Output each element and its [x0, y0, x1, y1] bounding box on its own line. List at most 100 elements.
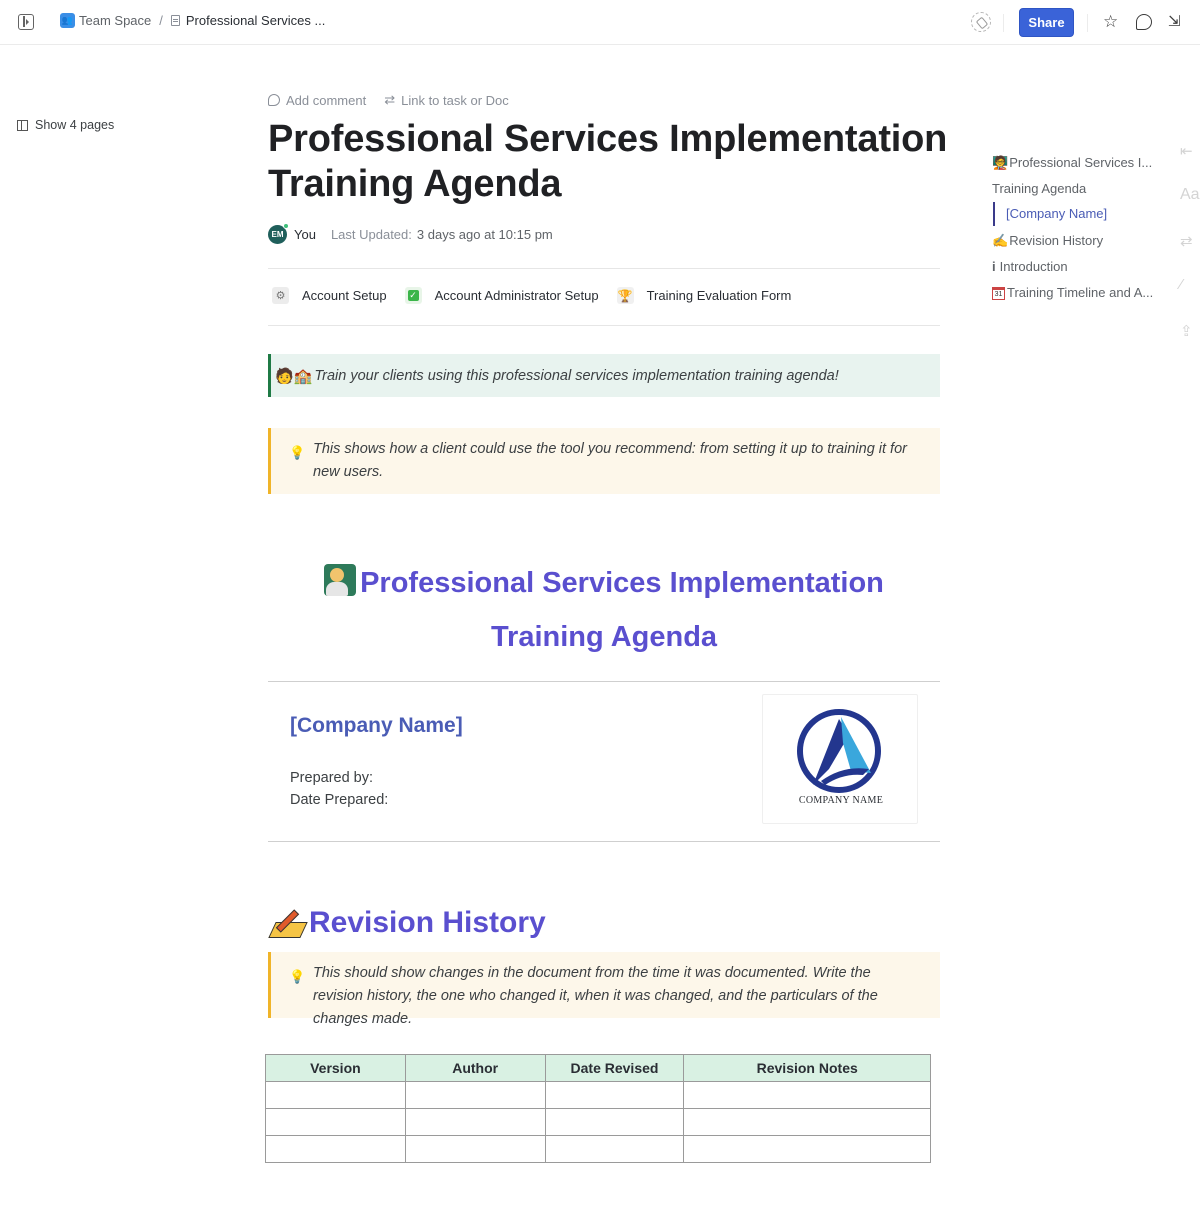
top-bar: 👥 Team Space / Professional Services ...…	[0, 0, 1200, 45]
team-space-icon: 👥	[60, 13, 75, 28]
breadcrumb-separator: /	[159, 13, 163, 28]
tip-text: This should show changes in the document…	[313, 965, 878, 1027]
column-header: Version	[265, 1054, 406, 1082]
toc-item[interactable]: 31 Training Timeline and A...	[992, 280, 1153, 306]
check-icon: ✓	[404, 287, 422, 304]
linked-page-training-evaluation[interactable]: 🏆 Training Evaluation Form	[616, 287, 792, 304]
revision-tip-callout: 💡 This should show changes in the docume…	[268, 952, 940, 1027]
share-button[interactable]: Share	[1019, 8, 1074, 37]
column-header: Author	[404, 1054, 546, 1082]
avatar[interactable]: EM	[268, 223, 289, 244]
pages-icon	[17, 119, 28, 131]
table-of-contents: 🧑‍🏫 Professional Services I... Training …	[992, 150, 1153, 306]
tip-text: This shows how a client could use the to…	[313, 441, 907, 480]
gear-icon: ⚙	[272, 287, 289, 304]
trophy-icon: 🏆	[616, 287, 634, 304]
toc-item-label: [Company Name]	[1006, 206, 1108, 221]
breadcrumb-space[interactable]: Team Space	[79, 13, 151, 28]
toc-item-active[interactable]: [Company Name]	[993, 202, 1153, 226]
divider	[1003, 14, 1004, 32]
doc-actions: Add comment ⇄ Link to task or Doc	[268, 92, 509, 108]
text-format-icon[interactable]: Aa	[1180, 186, 1200, 204]
link-icon: ⇄	[384, 92, 396, 107]
table-cell[interactable]	[265, 1081, 406, 1109]
table-cell[interactable]	[265, 1108, 406, 1136]
revision-heading-text: Revision History	[309, 906, 546, 939]
table-cell[interactable]	[265, 1135, 406, 1163]
toc-item[interactable]: ✍ Revision History	[992, 228, 1153, 254]
divider	[268, 268, 940, 269]
calendar-icon: 31	[992, 286, 1005, 300]
add-comment-button[interactable]: Add comment	[286, 93, 366, 108]
linked-page-label: Account Setup	[302, 288, 387, 303]
info-icon: i	[992, 259, 996, 274]
toc-item-label: Training Agenda	[992, 181, 1087, 196]
company-logo[interactable]: COMPANY NAME	[762, 694, 918, 824]
revision-table: Version Author Date Revised Revision Not…	[265, 1054, 931, 1163]
sidebar-toggle-icon[interactable]	[18, 14, 34, 30]
column-header: Revision Notes	[683, 1054, 931, 1082]
table-header-row: Version Author Date Revised Revision Not…	[265, 1054, 931, 1082]
linked-page-account-admin-setup[interactable]: ✓ Account Administrator Setup	[404, 287, 599, 304]
page-title[interactable]: Professional Services Implementation Tra…	[268, 117, 948, 207]
table-cell[interactable]	[404, 1135, 546, 1163]
table-cell[interactable]	[404, 1081, 546, 1109]
table-cell[interactable]	[544, 1135, 685, 1163]
teacher-emoji-icon: 🧑🏫	[275, 367, 313, 385]
writing-hand-icon	[270, 908, 306, 938]
teacher-icon	[324, 564, 357, 596]
magic-wand-icon[interactable]: ⁄	[1180, 276, 1183, 293]
divider	[268, 325, 940, 326]
company-name: [Company Name]	[290, 714, 463, 737]
breadcrumb: 👥 Team Space / Professional Services ...	[60, 13, 325, 28]
tip-callout: 💡 This shows how a client could use the …	[268, 428, 940, 494]
star-icon[interactable]: ☆	[1103, 12, 1118, 32]
toc-item[interactable]: i Introduction	[992, 254, 1153, 280]
upload-icon[interactable]: ⇪	[1180, 322, 1193, 340]
table-cell[interactable]	[544, 1108, 685, 1136]
logo-text: COMPANY NAME	[798, 795, 884, 806]
linked-pages: ⚙ Account Setup ✓ Account Administrator …	[272, 287, 809, 304]
relationships-icon[interactable]: ⇄	[1180, 232, 1193, 250]
breadcrumb-doc[interactable]: Professional Services ...	[186, 13, 325, 28]
table-cell[interactable]	[544, 1081, 685, 1109]
collapse-toc-icon[interactable]: ⇤	[1180, 142, 1193, 160]
toc-item-label: Professional Services I...	[1009, 155, 1153, 170]
column-header: Date Revised	[544, 1054, 685, 1082]
comment-icon	[268, 94, 280, 106]
table-cell[interactable]	[683, 1135, 931, 1163]
table-cell[interactable]	[404, 1108, 546, 1136]
link-task-button[interactable]: Link to task or Doc	[401, 93, 509, 108]
main-heading: Professional Services Implementation Tra…	[268, 556, 940, 664]
toc-item-label: Revision History	[1009, 233, 1104, 248]
last-updated-value: 3 days ago at 10:15 pm	[416, 227, 553, 242]
table-row	[265, 1081, 931, 1109]
comment-icon[interactable]	[1136, 14, 1152, 30]
divider	[268, 841, 940, 842]
table-cell[interactable]	[683, 1108, 931, 1136]
main-heading-text: Professional Services Implementation Tra…	[360, 567, 884, 653]
toc-item[interactable]: 🧑‍🏫 Professional Services I...	[992, 150, 1153, 176]
toc-item[interactable]: Training Agenda	[992, 176, 1153, 202]
table-cell[interactable]	[683, 1081, 931, 1109]
linked-page-account-setup[interactable]: ⚙ Account Setup	[272, 287, 387, 304]
divider	[268, 681, 940, 682]
tag-icon[interactable]	[971, 12, 991, 32]
teacher-icon: 🧑‍🏫	[992, 155, 1009, 170]
logo-mark-icon	[797, 709, 881, 793]
prepared-by-label: Prepared by:	[290, 770, 374, 786]
table-row	[265, 1135, 931, 1163]
collapse-icon[interactable]: ⇲	[1168, 12, 1181, 32]
linked-page-label: Training Evaluation Form	[646, 288, 792, 303]
document-icon	[170, 15, 180, 26]
show-pages-label: Show 4 pages	[35, 118, 115, 132]
date-prepared-label: Date Prepared:	[290, 792, 389, 808]
banner-text: Train your clients using this profession…	[314, 367, 839, 384]
intro-banner: 🧑🏫 Train your clients using this profess…	[268, 354, 940, 397]
table-row	[265, 1108, 931, 1136]
last-updated-label: Last Updated:	[330, 227, 412, 242]
show-pages-button[interactable]: Show 4 pages	[17, 118, 114, 132]
writing-hand-icon: ✍	[992, 233, 1009, 248]
lightbulb-icon: 💡	[289, 969, 306, 984]
linked-page-label: Account Administrator Setup	[434, 288, 599, 303]
